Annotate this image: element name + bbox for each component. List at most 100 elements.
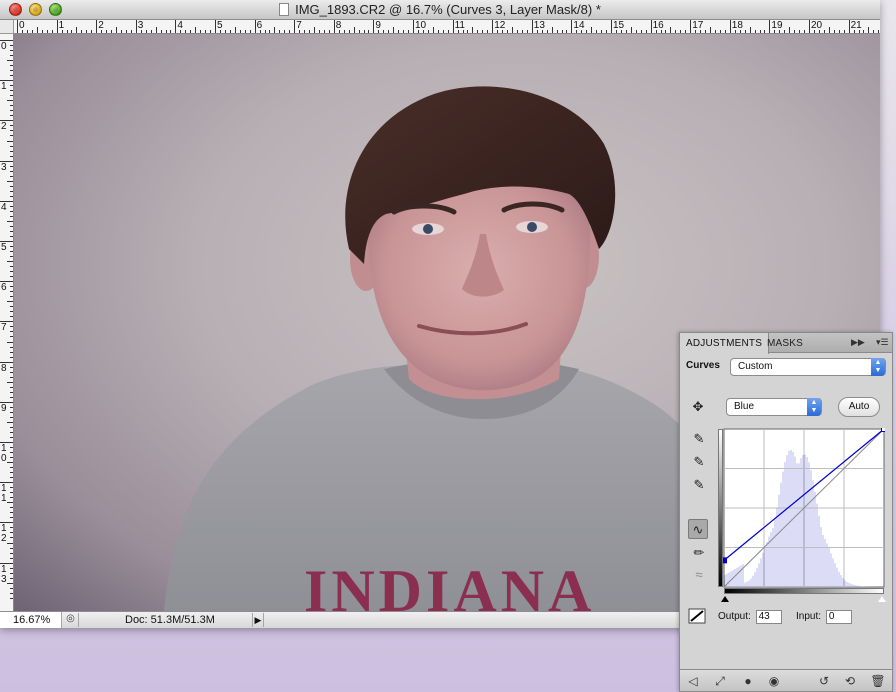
black-point-slider[interactable]: [721, 596, 729, 602]
ruler-major-tick: [531, 20, 533, 33]
ruler-minor-tick: [818, 30, 820, 33]
ruler-minor-tick: [10, 431, 13, 433]
ruler-minor-tick: [10, 90, 13, 92]
auto-button[interactable]: Auto: [838, 397, 880, 417]
ruler-minor-tick: [10, 170, 13, 172]
ruler-minor-tick: [507, 30, 509, 33]
expand-view-icon[interactable]: ⤢: [712, 673, 728, 689]
ruler-minor-tick: [10, 210, 13, 212]
curves-svg[interactable]: [723, 428, 885, 590]
ruler-minor-tick: [833, 30, 835, 33]
ruler-minor-tick: [863, 30, 865, 33]
reset-icon[interactable]: ⟲: [842, 673, 858, 689]
ruler-minor-tick: [779, 30, 781, 33]
horizontal-ruler[interactable]: 0 1 2 3 4 5 6 7 8 9 10 11 12 13 14 15 16 17 18 19 20 21: [14, 20, 880, 34]
clipping-warning-icon[interactable]: [688, 607, 708, 625]
ruler-minor-tick: [670, 27, 672, 33]
ruler-minor-tick: [10, 296, 13, 298]
ruler-minor-tick: [383, 30, 385, 33]
ruler-minor-tick: [838, 30, 840, 33]
pencil-draw-icon[interactable]: ✏: [689, 543, 709, 563]
ruler-major-tick: [690, 20, 692, 33]
ruler-minor-tick: [10, 190, 13, 192]
ruler-label: 4: [1, 201, 7, 213]
output-field[interactable]: 43: [755, 610, 782, 624]
ruler-minor-tick: [813, 30, 815, 33]
vertical-ruler[interactable]: 012345678910111213: [0, 34, 14, 611]
white-point-eyedropper-icon[interactable]: ✎: [689, 475, 709, 495]
ruler-minor-tick: [823, 30, 825, 33]
ruler-minor-tick: [398, 30, 400, 33]
ruler-minor-tick: [269, 30, 271, 33]
title-bar[interactable]: IMG_1893.CR2 @ 16.7% (Curves 3, Layer Ma…: [0, 0, 880, 20]
ruler-minor-tick: [81, 30, 83, 33]
ruler-minor-tick: [10, 115, 13, 117]
ruler-minor-tick: [10, 537, 13, 539]
ruler-minor-tick: [318, 30, 320, 33]
zoom-level-field[interactable]: 16.67%: [0, 612, 62, 628]
trash-icon[interactable]: 🗑: [870, 673, 886, 689]
ruler-minor-tick: [10, 386, 13, 388]
status-menu-arrow-icon[interactable]: ▶: [252, 613, 264, 627]
ruler-minor-tick: [487, 30, 489, 33]
ruler-minor-tick: [472, 27, 474, 33]
preset-select[interactable]: Custom ▲ ▼: [730, 358, 886, 376]
ruler-minor-tick: [764, 30, 766, 33]
curves-graph[interactable]: [723, 428, 885, 598]
ruler-minor-tick: [10, 75, 13, 77]
white-point-slider[interactable]: [878, 596, 886, 602]
visibility-eye-icon[interactable]: ◉: [766, 673, 782, 689]
smooth-curve-icon[interactable]: ≈: [689, 565, 709, 585]
ruler-minor-tick: [244, 30, 246, 33]
ruler-major-tick: [848, 20, 850, 33]
ruler-minor-tick: [10, 195, 13, 197]
ruler-origin[interactable]: [0, 20, 14, 34]
window-title-area: IMG_1893.CR2 @ 16.7% (Curves 3, Layer Ma…: [0, 2, 880, 17]
ruler-minor-tick: [10, 487, 13, 489]
ruler-minor-tick: [7, 381, 13, 383]
ruler-minor-tick: [10, 477, 13, 479]
panel-menu-icon[interactable]: ▾☰: [876, 337, 889, 348]
curve-point-tool-icon[interactable]: ∿: [688, 519, 708, 539]
ruler-minor-tick: [10, 597, 13, 599]
ruler-minor-tick: [155, 27, 157, 33]
previous-state-icon[interactable]: ↺: [816, 673, 832, 689]
ruler-minor-tick: [10, 125, 13, 127]
on-image-adjust-icon[interactable]: ✥: [688, 397, 708, 417]
ruler-minor-tick: [210, 30, 212, 33]
channel-select[interactable]: Blue ▲ ▼: [726, 398, 822, 416]
ruler-major-tick: [373, 20, 375, 33]
ruler-minor-tick: [10, 205, 13, 207]
ruler-minor-tick: [10, 517, 13, 519]
ruler-minor-tick: [10, 411, 13, 413]
status-options-icon[interactable]: ◎: [63, 613, 79, 627]
ruler-minor-tick: [734, 30, 736, 33]
ruler-minor-tick: [10, 306, 13, 308]
ruler-minor-tick: [368, 30, 370, 33]
return-arrow-icon[interactable]: ◁: [685, 673, 701, 689]
ruler-major-tick: [56, 20, 58, 33]
ruler-minor-tick: [10, 291, 13, 293]
ruler-minor-tick: [76, 27, 78, 33]
black-point-eyedropper-icon[interactable]: ✎: [689, 429, 709, 449]
ruler-minor-tick: [274, 27, 276, 33]
input-field[interactable]: 0: [825, 610, 852, 624]
ruler-minor-tick: [853, 30, 855, 33]
preset-stepper-icon: ▲ ▼: [871, 358, 885, 376]
ruler-minor-tick: [10, 436, 13, 438]
tab-adjustments[interactable]: ADJUSTMENTS: [680, 333, 770, 354]
ruler-minor-tick: [482, 30, 484, 33]
gray-point-eyedropper-icon[interactable]: ✎: [689, 452, 709, 472]
ruler-minor-tick: [10, 311, 13, 313]
ruler-label: 17: [692, 20, 704, 31]
ruler-minor-tick: [10, 65, 13, 67]
collapse-panel-icon[interactable]: ▶▶: [851, 337, 865, 348]
curves-label: Curves: [686, 360, 720, 371]
ruler-major-tick: [17, 20, 18, 33]
ruler-minor-tick: [10, 472, 13, 474]
clip-to-layer-icon[interactable]: ●: [740, 673, 756, 689]
ruler-minor-tick: [10, 45, 13, 47]
tab-masks[interactable]: MASKS: [761, 333, 809, 353]
ruler-minor-tick: [615, 30, 617, 33]
ruler-label: 21: [850, 20, 862, 31]
